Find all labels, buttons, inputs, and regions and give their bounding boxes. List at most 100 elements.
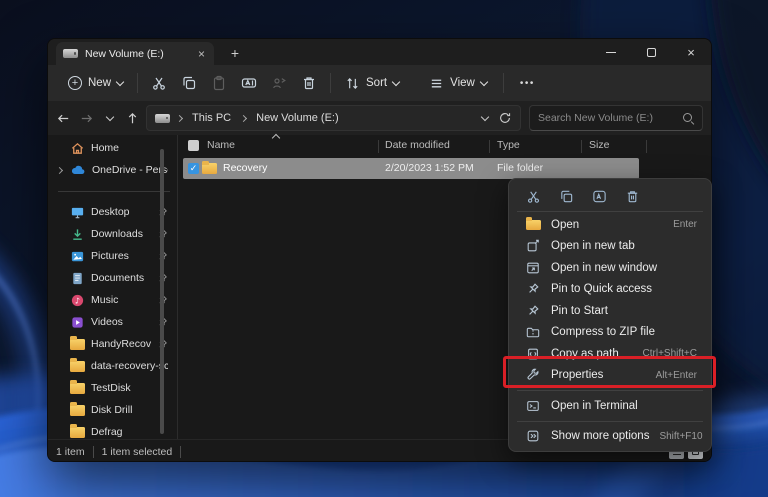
- minimize-button[interactable]: [591, 39, 631, 65]
- column-divider[interactable]: [489, 140, 490, 153]
- ellipsis-icon: •••: [520, 78, 535, 89]
- sidebar-item-desktop[interactable]: Desktop: [48, 201, 178, 223]
- delete-button[interactable]: [620, 185, 644, 207]
- sidebar-item-label: Downloads: [91, 228, 151, 240]
- cut-button[interactable]: [144, 70, 174, 96]
- refresh-icon[interactable]: [498, 111, 512, 125]
- recent-locations-button[interactable]: [98, 106, 121, 130]
- window-controls: ×: [591, 39, 711, 65]
- sidebar-scrollbar[interactable]: [160, 149, 164, 434]
- chevron-down-icon[interactable]: [481, 112, 489, 120]
- command-bar: + New: [48, 65, 711, 101]
- new-tab-button[interactable]: +: [224, 42, 246, 64]
- up-down-arrows-icon: [345, 76, 360, 91]
- menu-item-compress-to-zip[interactable]: Compress to ZIP file: [513, 322, 707, 344]
- back-button[interactable]: [52, 106, 75, 130]
- sidebar-item-home[interactable]: Home: [48, 137, 178, 159]
- folder-icon: [70, 361, 85, 372]
- delete-button[interactable]: [294, 70, 324, 96]
- sidebar-item-disk-drill[interactable]: Disk Drill: [48, 399, 178, 421]
- column-divider[interactable]: [378, 140, 379, 153]
- menu-item-pin-to-start[interactable]: Pin to Start: [513, 300, 707, 322]
- cut-button[interactable]: [521, 185, 545, 207]
- new-button[interactable]: + New: [60, 71, 131, 95]
- rename-button[interactable]: [587, 185, 611, 207]
- sidebar-item-label: Pictures: [91, 250, 151, 262]
- search-input[interactable]: [538, 112, 682, 124]
- column-divider[interactable]: [646, 140, 647, 153]
- copy-button[interactable]: [554, 185, 578, 207]
- menu-item-show-more-options[interactable]: Show more options Shift+F10: [513, 426, 707, 448]
- sidebar-item-videos[interactable]: Videos: [48, 311, 178, 333]
- trash-icon: [301, 75, 317, 91]
- rename-button[interactable]: [234, 70, 264, 96]
- share-button[interactable]: [264, 70, 294, 96]
- row-checkbox-checked[interactable]: ✓: [188, 163, 199, 174]
- hard-drive-icon: [63, 49, 78, 58]
- menu-item-open-in-new-tab[interactable]: Open in new tab: [513, 236, 707, 258]
- menu-item-properties[interactable]: Properties Alt+Enter: [513, 365, 707, 387]
- paste-button[interactable]: [204, 70, 234, 96]
- sort-button[interactable]: Sort: [337, 71, 407, 96]
- folder-icon: [70, 405, 85, 416]
- clipboard-path-icon: [526, 347, 540, 361]
- sidebar-item-label: Defrag: [91, 426, 168, 438]
- breadcrumb-this-pc[interactable]: This PC: [189, 111, 234, 125]
- sidebar-item-music[interactable]: ♪ Music: [48, 289, 178, 311]
- menu-item-pin-to-quick-access[interactable]: Pin to Quick access: [513, 279, 707, 301]
- menu-item-open-in-terminal[interactable]: Open in Terminal: [513, 395, 707, 417]
- tab-close-icon[interactable]: ×: [196, 48, 207, 60]
- desktop: New Volume (E:) × + × + New: [0, 0, 768, 497]
- column-header-date-modified[interactable]: Date modified: [385, 139, 450, 151]
- copy-button[interactable]: [174, 70, 204, 96]
- expand-chevron-icon[interactable]: [54, 168, 64, 173]
- column-header-size[interactable]: Size: [589, 139, 609, 151]
- breadcrumb[interactable]: This PC New Volume (E:): [146, 105, 521, 131]
- see-more-button[interactable]: •••: [512, 73, 543, 94]
- sidebar-item-pictures[interactable]: Pictures: [48, 245, 178, 267]
- magnifier-icon: [682, 112, 694, 124]
- rename-icon: [592, 189, 607, 204]
- column-header-name[interactable]: Name: [207, 139, 235, 151]
- sidebar-item-label: data-recovery-scan: [91, 360, 168, 372]
- play-icon: [70, 315, 85, 330]
- menu-item-open-in-new-window[interactable]: Open in new window: [513, 257, 707, 279]
- menu-item-label: Properties: [551, 369, 603, 381]
- chevron-down-icon: [392, 77, 400, 85]
- menu-item-label: Open in Terminal: [551, 400, 638, 412]
- search-box[interactable]: [529, 105, 703, 131]
- folder-icon: [202, 163, 217, 174]
- menu-item-label: Show more options: [551, 430, 649, 442]
- breadcrumb-new-volume[interactable]: New Volume (E:): [253, 111, 342, 125]
- sidebar-item-label: Desktop: [91, 206, 151, 218]
- folder-icon: [526, 220, 541, 230]
- sidebar-item-data-recovery-scan[interactable]: data-recovery-scan: [48, 355, 178, 377]
- menu-item-open[interactable]: Open Enter: [513, 214, 707, 236]
- sidebar-item-downloads[interactable]: Downloads: [48, 223, 178, 245]
- address-bar: This PC New Volume (E:): [48, 101, 711, 135]
- sort-button-label: Sort: [366, 77, 387, 89]
- arrow-right-icon: [79, 111, 94, 126]
- menu-item-copy-as-path[interactable]: Copy as path Ctrl+Shift+C: [513, 343, 707, 365]
- sidebar-item-handyrecovery[interactable]: HandyRecovery: [48, 333, 178, 355]
- close-button[interactable]: ×: [671, 39, 711, 65]
- window-plus-icon: [526, 239, 540, 253]
- list-lines-icon: [429, 76, 444, 91]
- terminal-icon: [526, 399, 540, 413]
- selection-count: 1 item selected: [102, 446, 173, 458]
- forward-button[interactable]: [75, 106, 98, 130]
- sidebar-item-onedrive[interactable]: OneDrive - Personal: [48, 159, 178, 181]
- sidebar-item-testdisk[interactable]: TestDisk: [48, 377, 178, 399]
- sort-ascending-icon: [272, 134, 280, 142]
- maximize-button[interactable]: [631, 39, 671, 65]
- pushpin-icon: [526, 304, 540, 318]
- column-header-type[interactable]: Type: [497, 139, 520, 151]
- table-row-recovery-selected[interactable]: ✓ Recovery 2/20/2023 1:52 PM File folder: [183, 158, 639, 179]
- tab-new-volume[interactable]: New Volume (E:) ×: [56, 42, 214, 65]
- select-all-checkbox[interactable]: [188, 140, 199, 151]
- navigation-pane: Home OneDrive - Personal Desktop: [48, 135, 178, 439]
- up-button[interactable]: [121, 106, 144, 130]
- view-button[interactable]: View: [421, 71, 495, 96]
- column-divider[interactable]: [581, 140, 582, 153]
- sidebar-item-documents[interactable]: Documents: [48, 267, 178, 289]
